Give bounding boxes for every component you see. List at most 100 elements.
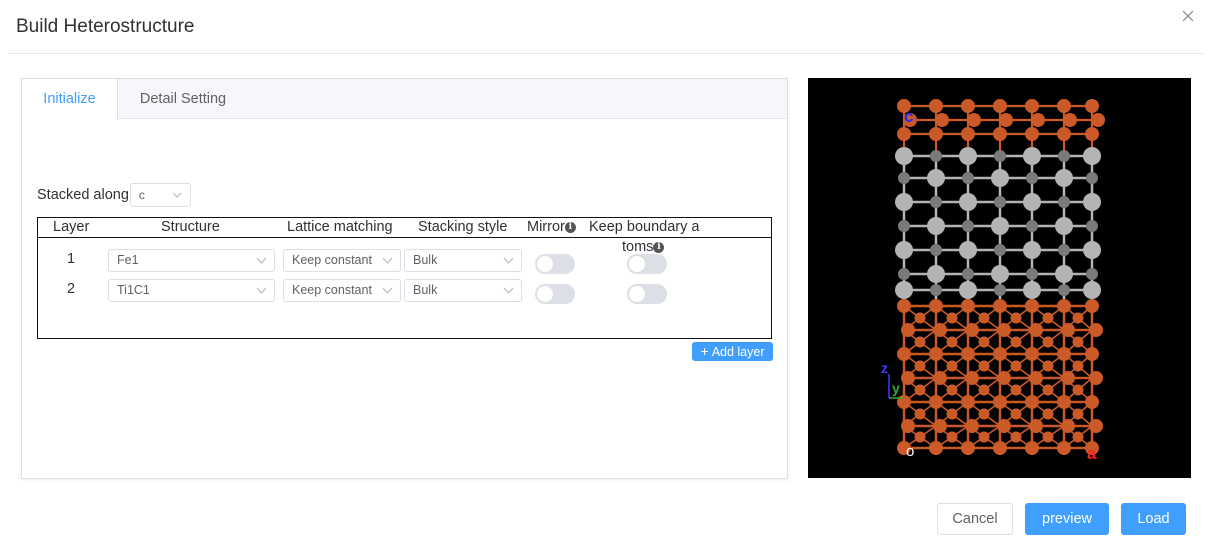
row-1-lattice-select[interactable]: Keep constant [283, 249, 401, 272]
atom [1089, 371, 1103, 385]
crystal-structure-render: c a o z y [881, 99, 1105, 463]
atom [993, 347, 1007, 361]
row-1-stacking-value: Bulk [413, 253, 438, 267]
structure-viewer[interactable]: c a o z y [808, 78, 1191, 478]
atom [1058, 150, 1070, 162]
atom [1085, 127, 1099, 141]
atom [1072, 408, 1084, 420]
row-2-mirror-toggle[interactable] [535, 284, 575, 304]
row-2-stacking-select[interactable]: Bulk [404, 279, 522, 302]
atom [993, 99, 1007, 113]
tab-initialize[interactable]: Initialize [22, 79, 118, 120]
header-keep-boundary-wrap: toms i [622, 239, 665, 255]
atom [978, 408, 990, 420]
atom [914, 360, 926, 372]
atom [901, 419, 915, 433]
atom [946, 384, 958, 396]
atom [1085, 299, 1099, 313]
atom [1091, 113, 1105, 127]
atom [1072, 384, 1084, 396]
atom [1023, 193, 1041, 211]
row-1-keep-boundary-toggle[interactable] [627, 254, 667, 274]
axis-label-c: c [904, 107, 913, 126]
atom [1031, 113, 1045, 127]
axis-label-a: a [1087, 444, 1097, 463]
atom [1086, 268, 1098, 280]
atom [1083, 241, 1101, 259]
chevron-down-icon [382, 287, 393, 294]
atom [929, 127, 943, 141]
atom [1042, 312, 1054, 324]
atom [1025, 395, 1039, 409]
atom [935, 113, 949, 127]
atom [914, 384, 926, 396]
atom [978, 336, 990, 348]
atom [897, 395, 911, 409]
atom [1061, 323, 1075, 337]
atom [897, 127, 911, 141]
mirror-info-icon[interactable]: i [564, 222, 576, 233]
atom [1083, 147, 1101, 165]
keep-boundary-info-icon[interactable]: i [653, 242, 665, 253]
stacked-along-label: Stacked along [37, 187, 129, 203]
atom [1029, 371, 1043, 385]
atom [930, 196, 942, 208]
atom [1023, 241, 1041, 259]
atom [946, 360, 958, 372]
atom [1058, 284, 1070, 296]
atom [1042, 408, 1054, 420]
atom [930, 150, 942, 162]
header-lattice-matching: Lattice matching [287, 219, 393, 235]
load-button[interactable]: Load [1121, 503, 1186, 535]
row-2-structure-value: Ti1C1 [117, 283, 150, 297]
atom [959, 147, 977, 165]
cancel-button[interactable]: Cancel [937, 503, 1013, 535]
atom [1057, 441, 1071, 455]
atom [1025, 441, 1039, 455]
atom [1042, 431, 1054, 443]
toggle-knob [629, 256, 645, 272]
atom [895, 147, 913, 165]
atom [1055, 169, 1073, 187]
chevron-down-icon [503, 287, 514, 294]
atom [1010, 336, 1022, 348]
atom [993, 441, 1007, 455]
atom [929, 99, 943, 113]
atom [994, 150, 1006, 162]
row-2-layer-number: 2 [66, 281, 76, 297]
row-2-lattice-select[interactable]: Keep constant [283, 279, 401, 302]
atom [946, 312, 958, 324]
close-button[interactable] [1180, 8, 1196, 24]
row-1-stacking-select[interactable]: Bulk [404, 249, 522, 272]
toggle-knob [537, 256, 553, 272]
atom [1010, 360, 1022, 372]
header-mirror: Mirror i [527, 219, 576, 235]
atom [927, 265, 945, 283]
stacked-along-select[interactable]: c [129, 183, 191, 207]
atom [933, 323, 947, 337]
atom [978, 360, 990, 372]
add-layer-label: Add layer [711, 345, 765, 359]
atom [1086, 220, 1098, 232]
atom [991, 217, 1009, 235]
row-1-mirror-toggle[interactable] [535, 254, 575, 274]
atom [1025, 299, 1039, 313]
axis-label-y: y [892, 380, 900, 396]
atom [1057, 99, 1071, 113]
atom [946, 431, 958, 443]
chevron-down-icon [256, 257, 267, 264]
atom [978, 431, 990, 443]
atom [1055, 265, 1073, 283]
atom [897, 347, 911, 361]
add-layer-button[interactable]: + Add layer [692, 342, 773, 361]
atom [898, 268, 910, 280]
row-2-structure-select[interactable]: Ti1C1 [108, 279, 275, 302]
tab-detail-setting[interactable]: Detail Setting [118, 79, 248, 119]
atom [1083, 193, 1101, 211]
atom [895, 193, 913, 211]
atom [962, 268, 974, 280]
row-1-structure-select[interactable]: Fe1 [108, 249, 275, 272]
row-2-keep-boundary-toggle[interactable] [627, 284, 667, 304]
atom [1086, 172, 1098, 184]
preview-button[interactable]: preview [1025, 503, 1109, 535]
